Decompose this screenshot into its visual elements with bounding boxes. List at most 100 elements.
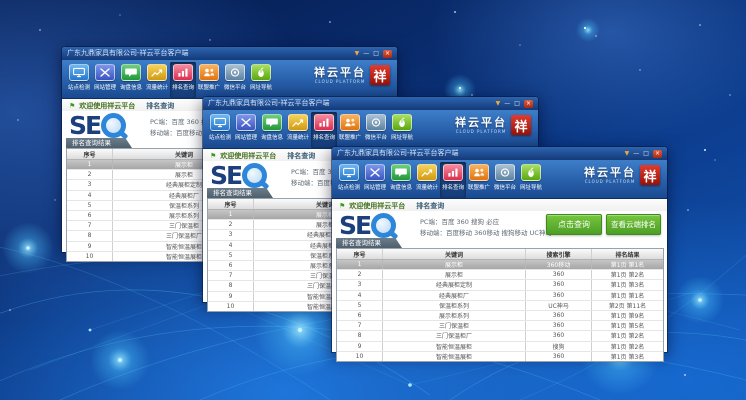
close-icon[interactable]: × bbox=[524, 100, 533, 108]
nav-item-wechat[interactable]: 微信平台 bbox=[222, 62, 248, 98]
nav-item-traffic[interactable]: 流量统计 bbox=[414, 162, 440, 198]
table-row[interactable]: 4经典展柜厂360第1页 第1名 bbox=[337, 291, 663, 301]
nav-item-ranking-query[interactable]: 排名查询 bbox=[170, 62, 196, 98]
nav-label: 联盟推广 bbox=[468, 182, 490, 190]
skin-icon[interactable]: ▼ bbox=[355, 50, 360, 58]
nav-item-alliance[interactable]: 联盟推广 bbox=[337, 112, 363, 148]
table-cell: 360 bbox=[526, 331, 592, 340]
nav-label: 流量统计 bbox=[146, 82, 168, 90]
nav-item-wechat[interactable]: 微信平台 bbox=[363, 112, 389, 148]
nav-item-site-manage[interactable]: 网站管理 bbox=[92, 62, 118, 98]
nav-item-site-nav[interactable]: 网址导航 bbox=[248, 62, 274, 98]
brand-subtitle: CLOUD PLATFORM bbox=[314, 79, 366, 84]
nav-label: 网址导航 bbox=[391, 132, 413, 140]
nav-item-site-nav[interactable]: 网址导航 bbox=[389, 112, 415, 148]
table-cell: 360 bbox=[526, 352, 592, 361]
minimize-icon[interactable]: — bbox=[504, 100, 510, 108]
table-row[interactable]: 5保温柜系列UC神马第2页 第11名 bbox=[337, 301, 663, 311]
wechat-platform-icon bbox=[495, 164, 515, 181]
wechat-platform-icon bbox=[225, 64, 245, 81]
table-cell: 2 bbox=[208, 220, 254, 229]
window-title: 广东九鼎家具有限公司-祥云平台客户端 bbox=[208, 97, 496, 110]
title-bar[interactable]: 广东九鼎家具有限公司-祥云平台客户端 ▼ — □ × bbox=[332, 147, 667, 160]
inquiry-message-icon bbox=[121, 64, 141, 81]
table-cell: 3 bbox=[208, 230, 254, 239]
table-row[interactable]: 9智能恒温展柜搜狗第1页 第2名 bbox=[337, 342, 663, 352]
nav-item-ranking-query[interactable]: 排名查询 bbox=[440, 162, 466, 198]
site-manage-icon bbox=[95, 64, 115, 81]
table-cell: 360 bbox=[526, 291, 592, 300]
nav-item-site-check[interactable]: 站点检测 bbox=[336, 162, 362, 198]
table-cell: 10 bbox=[337, 352, 383, 361]
inquiry-message-icon bbox=[262, 114, 282, 131]
query-button[interactable]: 点击查询 bbox=[546, 214, 602, 235]
site-check-icon bbox=[339, 164, 359, 181]
table-row[interactable]: 6展示柜系列360第1页 第9名 bbox=[337, 311, 663, 321]
title-bar[interactable]: 广东九鼎家具有限公司-祥云平台客户端 ▼ — □ × bbox=[203, 97, 538, 110]
table-cell: 第1页 第2名 bbox=[592, 342, 663, 351]
table-cell: 1 bbox=[67, 160, 113, 169]
table-row[interactable]: 8三门保温柜厂360第1页 第2名 bbox=[337, 331, 663, 341]
table-row[interactable]: 2展示柜360第1页 第2名 bbox=[337, 270, 663, 280]
seo-wordmark: SE bbox=[69, 114, 100, 138]
maximize-icon[interactable]: □ bbox=[514, 100, 520, 108]
nav-label: 站点检测 bbox=[338, 182, 360, 190]
minimize-icon[interactable]: — bbox=[363, 50, 369, 58]
brand-name: 祥云平台 bbox=[314, 67, 366, 79]
results-tab[interactable]: 排名查询结果 bbox=[66, 138, 132, 148]
results-tab[interactable]: 排名查询结果 bbox=[207, 188, 273, 198]
brand-name: 祥云平台 bbox=[455, 117, 507, 129]
table-cell: 1 bbox=[337, 260, 383, 269]
table-row[interactable]: 7三门保温柜360第1页 第5名 bbox=[337, 321, 663, 331]
nav-label: 微信平台 bbox=[224, 82, 246, 90]
table-row[interactable]: 1展示柜360移动第1页 第1名 bbox=[337, 260, 663, 270]
nav-item-site-check[interactable]: 站点检测 bbox=[66, 62, 92, 98]
view-cloud-ranking-button[interactable]: 查看云端排名 bbox=[606, 214, 661, 235]
nav-label: 流量统计 bbox=[416, 182, 438, 190]
nav-item-site-check[interactable]: 站点检测 bbox=[207, 112, 233, 148]
table-cell: 10 bbox=[67, 252, 113, 261]
app-window[interactable]: 广东九鼎家具有限公司-祥云平台客户端 ▼ — □ × 站点检测 bbox=[332, 147, 667, 352]
nav-label: 排名查询 bbox=[313, 132, 335, 140]
title-bar[interactable]: 广东九鼎家具有限公司-祥云平台客户端 ▼ — □ × bbox=[62, 47, 397, 60]
maximize-icon[interactable]: □ bbox=[643, 150, 649, 158]
nav-label: 询盘信息 bbox=[261, 132, 283, 140]
nav-item-alliance[interactable]: 联盟推广 bbox=[196, 62, 222, 98]
nav-label: 微信平台 bbox=[494, 182, 516, 190]
nav-item-site-manage[interactable]: 网站管理 bbox=[362, 162, 388, 198]
table-cell: 第1页 第3名 bbox=[592, 280, 663, 289]
nav-item-ranking-query[interactable]: 排名查询 bbox=[311, 112, 337, 148]
results-tab[interactable]: 排名查询结果 bbox=[336, 238, 402, 248]
nav-item-traffic[interactable]: 流量统计 bbox=[144, 62, 170, 98]
table-cell: 8 bbox=[208, 281, 254, 290]
nav-label: 微信平台 bbox=[365, 132, 387, 140]
nav-item-site-nav[interactable]: 网址导航 bbox=[518, 162, 544, 198]
nav-item-inquiry[interactable]: 询盘信息 bbox=[259, 112, 285, 148]
table-cell: 第1页 第2名 bbox=[592, 270, 663, 279]
nav-item-inquiry[interactable]: 询盘信息 bbox=[118, 62, 144, 98]
maximize-icon[interactable]: □ bbox=[373, 50, 379, 58]
seo-wordmark: SE bbox=[339, 214, 370, 238]
close-icon[interactable]: × bbox=[653, 150, 662, 158]
table-cell: 智能恒温展柜 bbox=[383, 342, 526, 351]
nav-item-alliance[interactable]: 联盟推广 bbox=[466, 162, 492, 198]
close-icon[interactable]: × bbox=[383, 50, 392, 58]
breadcrumb-welcome: 欢迎使用祥云平台 bbox=[220, 151, 276, 161]
magnifier-icon bbox=[242, 163, 267, 188]
skin-icon[interactable]: ▼ bbox=[496, 100, 501, 108]
table-row[interactable]: 10智能恒温展柜360第1页 第3名 bbox=[337, 352, 663, 361]
engine-list: PC端：百度 360 搜狗 必应 移动端：百度移动 360移动 搜狗移动 UC神… bbox=[420, 217, 552, 239]
table-cell: 8 bbox=[337, 331, 383, 340]
skin-icon[interactable]: ▼ bbox=[625, 150, 630, 158]
nav-item-site-manage[interactable]: 网站管理 bbox=[233, 112, 259, 148]
nav-item-wechat[interactable]: 微信平台 bbox=[492, 162, 518, 198]
alliance-promo-icon bbox=[199, 64, 219, 81]
nav-item-inquiry[interactable]: 询盘信息 bbox=[388, 162, 414, 198]
nav-item-traffic[interactable]: 流量统计 bbox=[285, 112, 311, 148]
nav-label: 站点检测 bbox=[68, 82, 90, 90]
nav-label: 网站管理 bbox=[94, 82, 116, 90]
minimize-icon[interactable]: — bbox=[633, 150, 639, 158]
table-row[interactable]: 3经典展柜定制360第1页 第3名 bbox=[337, 280, 663, 290]
brand-badge-icon: 祥 bbox=[370, 65, 390, 85]
table-cell: 经典展柜定制 bbox=[383, 280, 526, 289]
